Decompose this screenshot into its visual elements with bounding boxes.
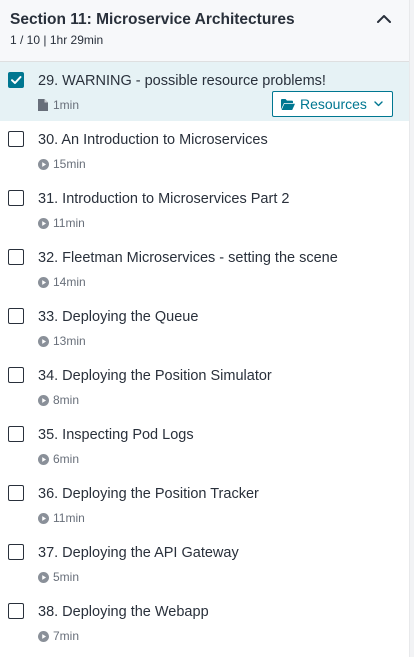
lecture-35-meta: 6min xyxy=(38,452,79,466)
section-title: Section 11: Microservice Architectures xyxy=(10,11,295,28)
lecture-29-meta: 1min xyxy=(38,98,79,112)
lecture-30-meta: 15min xyxy=(38,157,86,171)
lecture-34-meta: 8min xyxy=(38,393,79,407)
play-circle-icon xyxy=(38,512,49,524)
lecture-37-checkbox[interactable] xyxy=(8,544,24,560)
play-circle-icon xyxy=(38,276,49,288)
lecture-34-checkbox[interactable] xyxy=(8,367,24,383)
check-icon xyxy=(11,76,22,84)
play-circle-icon xyxy=(38,453,49,465)
section-separator: | xyxy=(43,33,47,47)
lecture-list: 29. WARNING - possible resource problems… xyxy=(0,62,409,652)
play-circle-icon xyxy=(38,571,49,583)
lecture-36-meta: 11min xyxy=(38,511,85,525)
lecture-item-34[interactable]: 34. Deploying the Position Simulator 8mi… xyxy=(0,357,409,416)
lecture-33-meta: 13min xyxy=(38,334,86,348)
lecture-35-title: 35. Inspecting Pod Logs xyxy=(38,427,194,443)
lecture-34-duration: 8min xyxy=(53,393,80,407)
lecture-item-37[interactable]: 37. Deploying the API Gateway 5min xyxy=(0,534,409,593)
lecture-38-checkbox[interactable] xyxy=(8,603,24,619)
lecture-item-30[interactable]: 30. An Introduction to Microservices 15m… xyxy=(0,121,409,180)
section-duration: 1hr 29min xyxy=(49,33,104,47)
lecture-32-checkbox[interactable] xyxy=(8,249,24,265)
lecture-37-title: 37. Deploying the API Gateway xyxy=(38,545,239,561)
lecture-38-meta: 7min xyxy=(38,629,79,643)
section-header[interactable]: Section 11: Microservice Architectures 1… xyxy=(0,0,409,62)
lecture-31-duration: 11min xyxy=(53,216,85,230)
lecture-item-36[interactable]: 36. Deploying the Position Tracker 11min xyxy=(0,475,409,534)
lecture-29-title: 29. WARNING - possible resource problems… xyxy=(38,73,326,89)
lecture-item-33[interactable]: 33. Deploying the Queue 13min xyxy=(0,298,409,357)
play-circle-icon xyxy=(38,217,49,229)
lecture-32-title: 32. Fleetman Microservices - setting the… xyxy=(38,250,338,266)
curriculum-panel: Section 11: Microservice Architectures 1… xyxy=(0,0,409,657)
lecture-29-duration: 1min xyxy=(53,98,80,112)
file-icon xyxy=(38,99,48,111)
lecture-37-meta: 5min xyxy=(38,570,79,584)
chevron-up-icon[interactable] xyxy=(375,10,393,28)
scrollbar-track[interactable] xyxy=(409,0,414,657)
play-circle-icon xyxy=(38,335,49,347)
lecture-30-duration: 15min xyxy=(53,157,86,171)
lecture-item-31[interactable]: 31. Introduction to Microservices Part 2… xyxy=(0,180,409,239)
lecture-38-duration: 7min xyxy=(53,629,80,643)
lecture-36-title: 36. Deploying the Position Tracker xyxy=(38,486,259,502)
lecture-31-checkbox[interactable] xyxy=(8,190,24,206)
folder-open-icon xyxy=(281,98,295,110)
lecture-32-duration: 14min xyxy=(53,275,86,289)
lecture-38-title: 38. Deploying the Webapp xyxy=(38,604,209,620)
lecture-30-checkbox[interactable] xyxy=(8,131,24,147)
lecture-35-duration: 6min xyxy=(53,452,80,466)
play-circle-icon xyxy=(38,630,49,642)
lecture-30-title: 30. An Introduction to Microservices xyxy=(38,132,268,148)
lecture-item-38[interactable]: 38. Deploying the Webapp 7min xyxy=(0,593,409,652)
resources-label: Resources xyxy=(300,96,367,112)
lecture-36-checkbox[interactable] xyxy=(8,485,24,501)
lecture-31-meta: 11min xyxy=(38,216,85,230)
section-meta: 1 / 10 | 1hr 29min xyxy=(10,33,103,47)
lecture-33-duration: 13min xyxy=(53,334,86,348)
lecture-32-meta: 14min xyxy=(38,275,86,289)
lecture-35-checkbox[interactable] xyxy=(8,426,24,442)
lecture-33-checkbox[interactable] xyxy=(8,308,24,324)
section-progress: 1 / 10 xyxy=(10,33,41,47)
lecture-item-35[interactable]: 35. Inspecting Pod Logs 6min xyxy=(0,416,409,475)
lecture-29-checkbox[interactable] xyxy=(8,72,24,88)
chevron-down-icon xyxy=(374,101,383,107)
lecture-item-32[interactable]: 32. Fleetman Microservices - setting the… xyxy=(0,239,409,298)
lecture-31-title: 31. Introduction to Microservices Part 2 xyxy=(38,191,290,207)
lecture-36-duration: 11min xyxy=(53,511,85,525)
play-circle-icon xyxy=(38,394,49,406)
lecture-37-duration: 5min xyxy=(53,570,80,584)
lecture-34-title: 34. Deploying the Position Simulator xyxy=(38,368,272,384)
lecture-33-title: 33. Deploying the Queue xyxy=(38,309,199,325)
play-circle-icon xyxy=(38,158,49,170)
resources-dropdown-button[interactable]: Resources xyxy=(272,91,393,117)
